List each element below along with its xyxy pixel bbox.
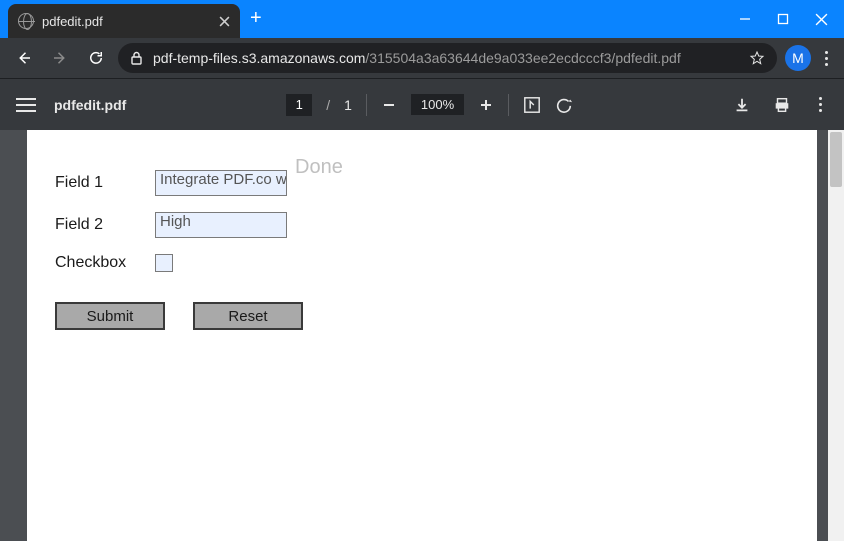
vertical-scrollbar[interactable] (828, 130, 844, 541)
zoom-in-icon[interactable] (478, 97, 494, 113)
page-total: 1 (344, 97, 352, 113)
page-separator: / (326, 97, 330, 113)
reset-button[interactable]: Reset (193, 302, 303, 330)
download-icon[interactable] (733, 96, 751, 114)
window-controls (729, 0, 838, 38)
minimize-icon[interactable] (739, 13, 751, 25)
star-icon[interactable] (749, 50, 765, 66)
forward-button[interactable] (46, 44, 74, 72)
lock-icon (130, 51, 143, 65)
document-title: pdfedit.pdf (54, 97, 126, 113)
browser-menu-button[interactable] (819, 51, 834, 66)
window-titlebar: pdfedit.pdf + (0, 0, 844, 38)
field1-label: Field 1 (55, 174, 155, 192)
rotate-icon[interactable] (555, 96, 573, 114)
browser-toolbar: pdf-temp-files.s3.amazonaws.com/315504a3… (0, 38, 844, 78)
field2-label: Field 2 (55, 216, 155, 234)
field2-row: Field 2 High (55, 212, 303, 238)
field1-row: Field 1 Integrate PDF.co w (55, 170, 303, 196)
back-button[interactable] (10, 44, 38, 72)
pdf-page: Done Field 1 Integrate PDF.co w Field 2 … (27, 130, 817, 541)
page-number-input[interactable] (286, 94, 312, 116)
field1-input[interactable]: Integrate PDF.co w (155, 170, 287, 196)
profile-avatar[interactable]: M (785, 45, 811, 71)
fit-page-icon[interactable] (523, 96, 541, 114)
pdf-toolbar-right (733, 96, 828, 114)
checkbox-label: Checkbox (55, 254, 155, 272)
field2-input[interactable]: High (155, 212, 287, 238)
browser-tab[interactable]: pdfedit.pdf (8, 4, 240, 38)
zoom-out-icon[interactable] (381, 97, 397, 113)
divider (366, 94, 367, 116)
new-tab-button[interactable]: + (250, 8, 262, 28)
zoom-level: 100% (411, 94, 464, 115)
submit-button[interactable]: Submit (55, 302, 165, 330)
reload-button[interactable] (82, 44, 110, 72)
divider (508, 94, 509, 116)
url-text: pdf-temp-files.s3.amazonaws.com/315504a3… (153, 50, 681, 66)
close-icon[interactable] (219, 16, 230, 27)
pdf-menu-button[interactable] (813, 97, 828, 112)
pdf-toolbar-center: / 1 100% (126, 94, 733, 116)
print-icon[interactable] (773, 96, 791, 114)
checkbox-input[interactable] (155, 254, 173, 272)
checkbox-row: Checkbox (55, 254, 303, 272)
form-buttons: Submit Reset (55, 302, 303, 330)
menu-icon[interactable] (16, 98, 36, 112)
address-bar[interactable]: pdf-temp-files.s3.amazonaws.com/315504a3… (118, 43, 777, 73)
tab-title: pdfedit.pdf (42, 14, 211, 29)
pdf-form: Field 1 Integrate PDF.co w Field 2 High … (55, 170, 303, 330)
pdf-toolbar: pdfedit.pdf / 1 100% (0, 78, 844, 130)
pdf-viewer: Done Field 1 Integrate PDF.co w Field 2 … (0, 130, 844, 541)
globe-icon (18, 13, 34, 29)
window-close-icon[interactable] (815, 13, 828, 26)
maximize-icon[interactable] (777, 13, 789, 25)
